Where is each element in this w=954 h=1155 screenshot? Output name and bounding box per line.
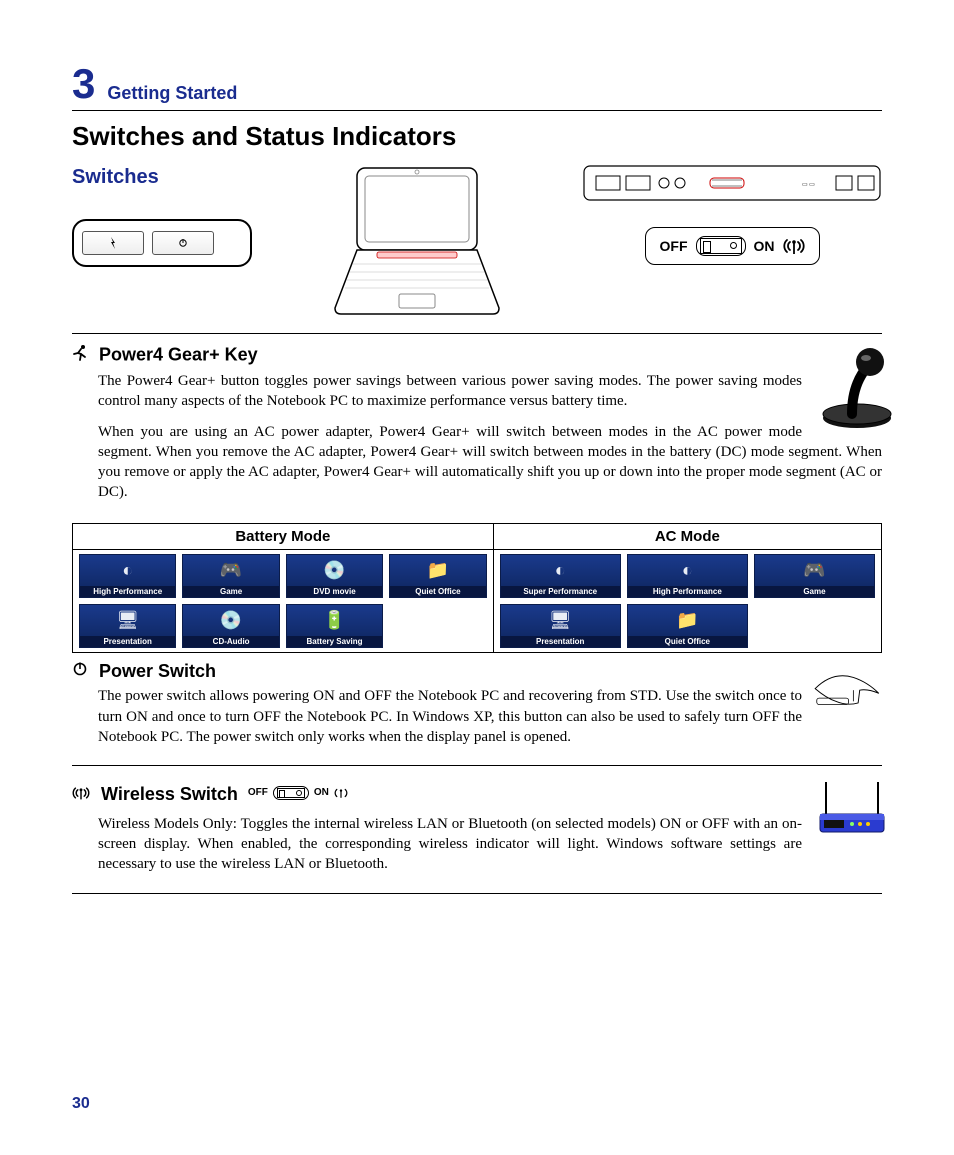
mode-tile: 🎮Game: [754, 554, 875, 598]
mode-tile: ◐High Performance: [627, 554, 748, 598]
switch-buttons-illustration: [72, 219, 252, 267]
mode-tile-label: DVD movie: [287, 586, 382, 597]
wireless-switch-badge-large: OFF ON: [645, 227, 820, 265]
mode-tile: 🔋Battery Saving: [286, 604, 383, 648]
mode-tile-icon: 💿: [323, 555, 345, 586]
power-switch-section: Power Switch The power switch allows pow…: [72, 661, 882, 758]
mode-tile-label: CD-Audio: [183, 636, 278, 647]
mode-tile-icon: 🔋: [323, 605, 345, 636]
on-label: ON: [754, 238, 775, 254]
wireless-switch-heading: Wireless Switch: [101, 784, 238, 804]
mode-tile: 🖥Presentation: [500, 604, 621, 648]
wireless-icon: [783, 236, 805, 256]
mode-tile: 📁Quiet Office: [389, 554, 486, 598]
side-view-illustration: ▭ ▭: [582, 160, 882, 213]
mode-tile-icon: 📁: [427, 555, 449, 586]
figures-row: Switches: [72, 160, 882, 325]
mode-tile-icon: 💿: [220, 605, 242, 636]
battery-mode-header: Battery Mode: [73, 523, 494, 549]
mode-tile-icon: 📁: [676, 605, 698, 636]
power4-heading: Power4 Gear+ Key: [99, 344, 258, 364]
mode-tile-label: High Performance: [628, 586, 747, 597]
power-icon: [72, 661, 88, 682]
wireless-switch-paragraph: Wireless Models Only: Toggles the intern…: [98, 814, 882, 875]
divider: [72, 765, 882, 766]
wireless-icon: [72, 785, 90, 806]
wireless-switch-badge-small: OFF ON: [248, 786, 348, 800]
chapter-header: 3 Getting Started: [72, 60, 882, 111]
mode-tile-icon: 🎮: [220, 555, 242, 586]
power4-paragraph-1: The Power4 Gear+ button toggles power sa…: [98, 371, 882, 412]
mode-tile-icon: ◐: [122, 555, 133, 586]
mode-tile-icon: ◐: [682, 555, 693, 586]
power4-key-icon: [82, 231, 144, 255]
mode-tile-icon: 🖥: [549, 605, 572, 636]
slide-switch-icon: [273, 786, 309, 800]
wireless-icon: [334, 787, 348, 799]
mode-tile: 🖥Presentation: [79, 604, 176, 648]
mode-tile-icon: ◐: [555, 555, 566, 586]
mode-tile-label: Game: [183, 586, 278, 597]
battery-tiles-row1: ◐High Performance🎮Game💿DVD movie📁Quiet O…: [79, 554, 487, 598]
power4-section: Power4 Gear+ Key The Power4 Gear+ button…: [72, 344, 882, 653]
divider: [72, 333, 882, 334]
mode-tile-label: High Performance: [80, 586, 175, 597]
mode-tile: 🎮Game: [182, 554, 279, 598]
ac-tiles-row2: 🖥Presentation📁Quiet Office: [500, 604, 875, 648]
hand-press-illustration: [812, 661, 882, 718]
switches-heading: Switches: [72, 166, 252, 189]
mode-tile-label: Quiet Office: [390, 586, 485, 597]
ac-mode-header: AC Mode: [493, 523, 881, 549]
power-switch-heading: Power Switch: [99, 661, 216, 681]
mode-tile: ◐High Performance: [79, 554, 176, 598]
power-switch-paragraph: The power switch allows powering ON and …: [98, 686, 882, 747]
mode-tile: ◐Super Performance: [500, 554, 621, 598]
mode-tile-icon: 🖥: [116, 605, 139, 636]
slide-switch-icon: [696, 236, 746, 256]
page-title: Switches and Status Indicators: [72, 121, 882, 152]
mode-tile-label: Battery Saving: [287, 636, 382, 647]
mode-tile: 📁Quiet Office: [627, 604, 748, 648]
divider: [72, 893, 882, 894]
battery-tiles-row2: 🖥Presentation💿CD-Audio🔋Battery Saving: [79, 604, 487, 648]
mode-tile-label: Presentation: [80, 636, 175, 647]
off-label: OFF: [660, 238, 688, 254]
chapter-title: Getting Started: [107, 83, 237, 108]
mode-table: Battery Mode AC Mode ◐High Performance🎮G…: [72, 523, 882, 653]
mode-tile-label: Quiet Office: [628, 636, 747, 647]
wireless-switch-section: Wireless Switch OFF ON Wireless Models O…: [72, 776, 882, 885]
power4-paragraph-2: When you are using an AC power adapter, …: [98, 422, 882, 503]
ac-tiles-row1: ◐Super Performance◐High Performance🎮Game: [500, 554, 875, 598]
mode-tile-label: Super Performance: [501, 586, 620, 597]
page-number: 30: [72, 1095, 90, 1113]
svg-text:▭ ▭: ▭ ▭: [802, 182, 815, 188]
router-illustration: [812, 776, 882, 845]
runner-icon: [72, 344, 88, 367]
mode-tile: 💿CD-Audio: [182, 604, 279, 648]
mode-tile-icon: 🎮: [803, 555, 825, 586]
on-label: ON: [314, 787, 329, 798]
mode-tile-label: Presentation: [501, 636, 620, 647]
mode-tile-label: Game: [755, 586, 874, 597]
gearshift-illustration: [812, 344, 882, 435]
laptop-illustration: [317, 160, 517, 325]
power-key-icon: [152, 231, 214, 255]
mode-tile: 💿DVD movie: [286, 554, 383, 598]
off-label: OFF: [248, 787, 268, 798]
chapter-number: 3: [72, 60, 95, 108]
